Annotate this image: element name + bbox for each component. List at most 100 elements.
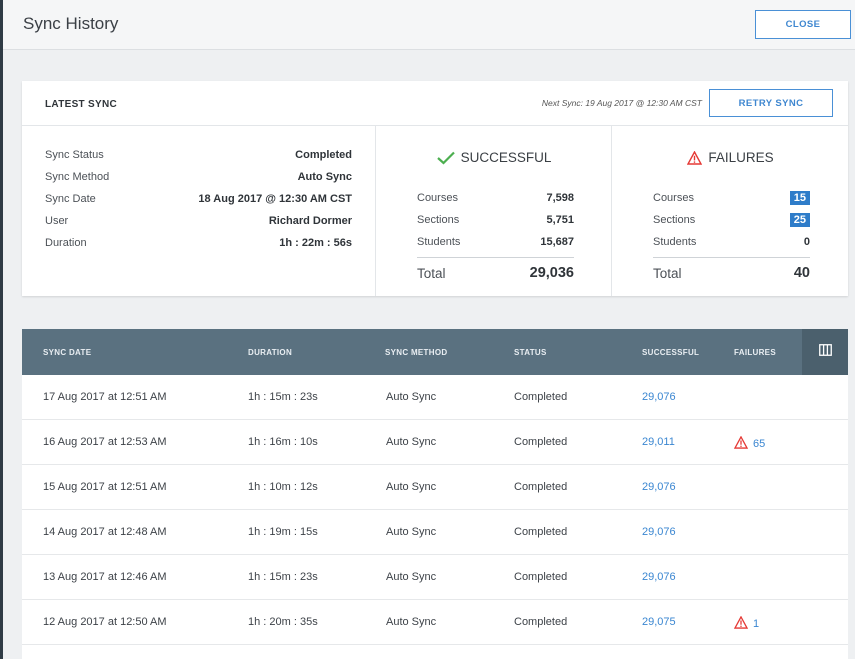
warning-triangle-icon bbox=[687, 150, 703, 168]
dialog-header: Sync History CLOSE bbox=[3, 0, 855, 50]
row-failures-count: 1 bbox=[753, 618, 760, 630]
row-successful-link[interactable]: 29,076 bbox=[642, 571, 676, 583]
columns-icon bbox=[818, 343, 832, 361]
row-sync-method: Auto Sync bbox=[386, 391, 437, 403]
failures-summary: FAILURES Courses 15 Sections 25 Students… bbox=[613, 126, 848, 296]
sync-date-label: Sync Date bbox=[45, 193, 96, 205]
latest-sync-label: LATEST SYNC bbox=[45, 99, 118, 110]
table-row[interactable]: 17 Aug 2017 at 12:51 AM 1h : 15m : 23s Aut… bbox=[22, 375, 848, 420]
duration-row: Duration 1h : 22m : 56s bbox=[45, 237, 352, 253]
col-header-sync-date[interactable]: SYNC DATE bbox=[43, 348, 91, 357]
row-duration: 1h : 19m : 15s bbox=[248, 526, 318, 538]
successful-sections-value: 5,751 bbox=[546, 214, 574, 226]
failures-students-value: 0 bbox=[803, 236, 810, 248]
table-header: SYNC DATE DURATION SYNC METHOD STATUS SU… bbox=[22, 329, 848, 375]
duration-value: 1h : 22m : 56s bbox=[279, 237, 352, 249]
sync-method-row: Sync Method Auto Sync bbox=[45, 171, 352, 187]
successful-students-label: Students bbox=[417, 236, 461, 248]
user-row: User Richard Dormer bbox=[45, 215, 352, 231]
row-status: Completed bbox=[514, 571, 568, 583]
sync-status-row: Sync Status Completed bbox=[45, 149, 352, 165]
col-header-sync-method[interactable]: SYNC METHOD bbox=[385, 348, 447, 357]
row-sync-date: 17 Aug 2017 at 12:51 AM bbox=[43, 391, 167, 403]
row-duration: 1h : 15m : 23s bbox=[248, 571, 318, 583]
successful-title-text: SUCCESSFUL bbox=[460, 150, 552, 165]
duration-label: Duration bbox=[45, 237, 87, 249]
col-header-status[interactable]: STATUS bbox=[514, 348, 547, 357]
next-sync-text: Next Sync: 19 Aug 2017 @ 12:30 AM CST bbox=[541, 98, 702, 108]
warning-triangle-icon bbox=[733, 435, 749, 449]
table-row[interactable]: 13 Aug 2017 at 12:46 AM 1h : 15m : 23s Aut… bbox=[22, 555, 848, 600]
sync-method-value: Auto Sync bbox=[297, 171, 352, 183]
sync-method-label: Sync Method bbox=[45, 171, 110, 183]
close-button[interactable]: CLOSE bbox=[755, 10, 851, 39]
failures-sections-label: Sections bbox=[653, 214, 696, 226]
row-successful-link[interactable]: 29,076 bbox=[642, 481, 676, 493]
failures-courses-label: Courses bbox=[653, 192, 694, 204]
table-row[interactable]: 14 Aug 2017 at 12:48 AM 1h : 19m : 15s Aut… bbox=[22, 510, 848, 555]
row-status: Completed bbox=[514, 616, 568, 628]
failures-sections-row: Sections 25 bbox=[653, 213, 810, 230]
table-row[interactable]: 16 Aug 2017 at 12:53 AM 1h : 16m : 10s Aut… bbox=[22, 420, 848, 465]
row-status: Completed bbox=[514, 526, 568, 538]
row-sync-method: Auto Sync bbox=[386, 571, 437, 583]
row-sync-date: 14 Aug 2017 at 12:48 AM bbox=[43, 526, 167, 538]
sync-details: Sync Status Completed Sync Method Auto S… bbox=[22, 126, 376, 296]
row-status: Completed bbox=[514, 481, 568, 493]
failures-sections-badge[interactable]: 25 bbox=[789, 213, 810, 227]
table-row[interactable]: 12 Aug 2017 at 12:50 AM 1h : 20m : 35s Aut… bbox=[22, 600, 848, 645]
row-successful-link[interactable]: 29,075 bbox=[642, 616, 676, 628]
successful-total-value: 29,036 bbox=[529, 265, 574, 281]
row-sync-date: 16 Aug 2017 at 12:53 AM bbox=[43, 436, 167, 448]
successful-total-label: Total bbox=[417, 266, 446, 281]
row-failures-link[interactable]: 65 bbox=[733, 435, 766, 450]
latest-sync-header: LATEST SYNC Next Sync: 19 Aug 2017 @ 12:… bbox=[22, 81, 848, 126]
failures-total-row: Total 40 bbox=[653, 257, 810, 287]
col-header-duration[interactable]: DURATION bbox=[248, 348, 292, 357]
row-sync-method: Auto Sync bbox=[386, 436, 437, 448]
table-row[interactable]: 15 Aug 2017 at 12:51 AM 1h : 10m : 12s Aut… bbox=[22, 465, 848, 510]
successful-sections-label: Sections bbox=[417, 214, 460, 226]
failures-title-text: FAILURES bbox=[708, 150, 774, 165]
row-sync-method: Auto Sync bbox=[386, 526, 437, 538]
row-sync-method: Auto Sync bbox=[386, 616, 437, 628]
user-value: Richard Dormer bbox=[268, 215, 352, 227]
row-sync-date: 13 Aug 2017 at 12:46 AM bbox=[43, 571, 167, 583]
sync-date-row: Sync Date 18 Aug 2017 @ 12:30 AM CST bbox=[45, 193, 352, 209]
check-icon bbox=[436, 151, 455, 168]
row-failures-count: 65 bbox=[753, 438, 766, 450]
window-edge bbox=[0, 0, 3, 659]
failures-students-row: Students 0 bbox=[653, 236, 810, 252]
warning-triangle-icon bbox=[733, 615, 749, 629]
successful-courses-value: 7,598 bbox=[546, 192, 574, 204]
failures-courses-badge[interactable]: 15 bbox=[789, 191, 810, 205]
successful-total-row: Total 29,036 bbox=[417, 257, 574, 287]
failures-courses-row: Courses 15 bbox=[653, 191, 810, 208]
column-picker-button[interactable] bbox=[802, 329, 848, 375]
successful-title: SUCCESSFUL bbox=[377, 150, 611, 168]
retry-sync-button[interactable]: RETRY SYNC bbox=[709, 89, 833, 117]
row-status: Completed bbox=[514, 391, 568, 403]
sync-status-value: Completed bbox=[295, 149, 352, 161]
row-successful-link[interactable]: 29,076 bbox=[642, 391, 676, 403]
row-duration: 1h : 20m : 35s bbox=[248, 616, 318, 628]
col-header-successful[interactable]: SUCCESSFUL bbox=[642, 348, 699, 357]
successful-students-value: 15,687 bbox=[540, 236, 574, 248]
col-header-failures[interactable]: FAILURES bbox=[734, 348, 776, 357]
failures-students-label: Students bbox=[653, 236, 697, 248]
row-duration: 1h : 10m : 12s bbox=[248, 481, 318, 493]
failures-total-value: 40 bbox=[793, 265, 810, 281]
sync-history-table: SYNC DATE DURATION SYNC METHOD STATUS SU… bbox=[22, 329, 848, 659]
sync-date-value: 18 Aug 2017 @ 12:30 AM CST bbox=[198, 193, 352, 205]
row-successful-link[interactable]: 29,076 bbox=[642, 526, 676, 538]
successful-students-row: Students 15,687 bbox=[417, 236, 574, 252]
row-sync-method: Auto Sync bbox=[386, 481, 437, 493]
successful-courses-label: Courses bbox=[417, 192, 458, 204]
row-failures-link[interactable]: 1 bbox=[733, 615, 760, 630]
row-status: Completed bbox=[514, 436, 568, 448]
sync-status-label: Sync Status bbox=[45, 149, 104, 161]
row-duration: 1h : 16m : 10s bbox=[248, 436, 318, 448]
row-successful-link[interactable]: 29,011 bbox=[642, 436, 675, 448]
row-sync-date: 15 Aug 2017 at 12:51 AM bbox=[43, 481, 167, 493]
successful-courses-row: Courses 7,598 bbox=[417, 192, 574, 208]
